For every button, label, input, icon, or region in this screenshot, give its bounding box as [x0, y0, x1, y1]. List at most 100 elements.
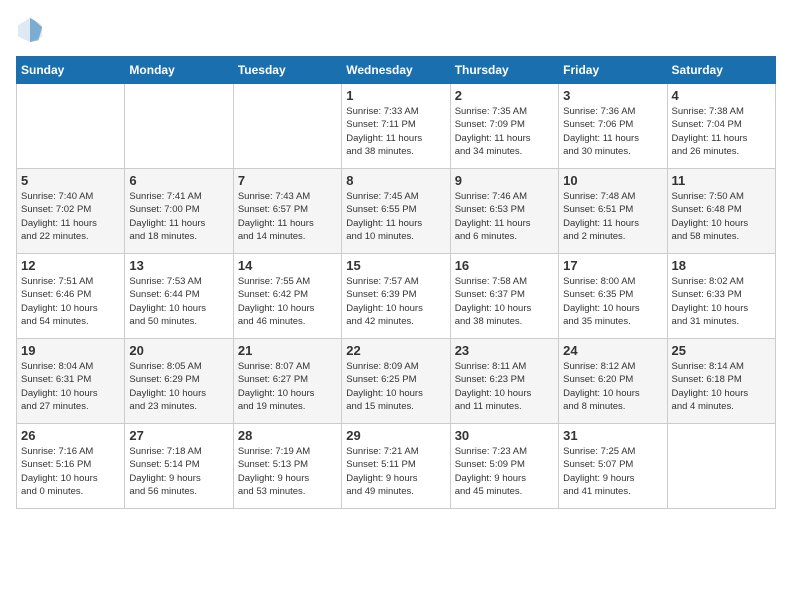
day-number: 18 — [672, 258, 771, 273]
day-info: Sunrise: 7:25 AM Sunset: 5:07 PM Dayligh… — [563, 445, 662, 498]
day-number: 1 — [346, 88, 445, 103]
day-info: Sunrise: 7:46 AM Sunset: 6:53 PM Dayligh… — [455, 190, 554, 243]
weekday-header: Monday — [125, 57, 233, 84]
calendar-cell: 26 Sunrise: 7:16 AM Sunset: 5:16 PM Dayli… — [17, 424, 125, 509]
day-number: 23 — [455, 343, 554, 358]
calendar-cell: 19 Sunrise: 8:04 AM Sunset: 6:31 PM Dayli… — [17, 339, 125, 424]
calendar-cell: 13 Sunrise: 7:53 AM Sunset: 6:44 PM Dayli… — [125, 254, 233, 339]
calendar-cell: 11 Sunrise: 7:50 AM Sunset: 6:48 PM Dayli… — [667, 169, 775, 254]
calendar-cell: 8 Sunrise: 7:45 AM Sunset: 6:55 PM Daylig… — [342, 169, 450, 254]
day-info: Sunrise: 7:55 AM Sunset: 6:42 PM Dayligh… — [238, 275, 337, 328]
calendar-cell: 14 Sunrise: 7:55 AM Sunset: 6:42 PM Dayli… — [233, 254, 341, 339]
day-number: 29 — [346, 428, 445, 443]
day-number: 4 — [672, 88, 771, 103]
day-info: Sunrise: 7:19 AM Sunset: 5:13 PM Dayligh… — [238, 445, 337, 498]
day-number: 20 — [129, 343, 228, 358]
day-info: Sunrise: 7:41 AM Sunset: 7:00 PM Dayligh… — [129, 190, 228, 243]
calendar-cell: 21 Sunrise: 8:07 AM Sunset: 6:27 PM Dayli… — [233, 339, 341, 424]
calendar-cell: 1 Sunrise: 7:33 AM Sunset: 7:11 PM Daylig… — [342, 84, 450, 169]
day-number: 14 — [238, 258, 337, 273]
day-info: Sunrise: 7:38 AM Sunset: 7:04 PM Dayligh… — [672, 105, 771, 158]
day-number: 3 — [563, 88, 662, 103]
day-number: 27 — [129, 428, 228, 443]
day-info: Sunrise: 8:00 AM Sunset: 6:35 PM Dayligh… — [563, 275, 662, 328]
day-info: Sunrise: 8:11 AM Sunset: 6:23 PM Dayligh… — [455, 360, 554, 413]
calendar-cell: 7 Sunrise: 7:43 AM Sunset: 6:57 PM Daylig… — [233, 169, 341, 254]
day-number: 9 — [455, 173, 554, 188]
day-info: Sunrise: 8:04 AM Sunset: 6:31 PM Dayligh… — [21, 360, 120, 413]
day-info: Sunrise: 7:16 AM Sunset: 5:16 PM Dayligh… — [21, 445, 120, 498]
logo — [16, 16, 48, 44]
day-info: Sunrise: 7:35 AM Sunset: 7:09 PM Dayligh… — [455, 105, 554, 158]
day-number: 19 — [21, 343, 120, 358]
day-number: 5 — [21, 173, 120, 188]
calendar-cell: 25Sunrise: 8:14 AM Sunset: 6:18 PM Dayli… — [667, 339, 775, 424]
day-number: 11 — [672, 173, 771, 188]
calendar-table: SundayMondayTuesdayWednesdayThursdayFrid… — [16, 56, 776, 509]
day-number: 10 — [563, 173, 662, 188]
day-number: 31 — [563, 428, 662, 443]
calendar-cell: 12 Sunrise: 7:51 AM Sunset: 6:46 PM Dayli… — [17, 254, 125, 339]
page-header — [16, 16, 776, 44]
day-info: Sunrise: 8:07 AM Sunset: 6:27 PM Dayligh… — [238, 360, 337, 413]
calendar-cell — [667, 424, 775, 509]
day-number: 16 — [455, 258, 554, 273]
calendar-cell: 18Sunrise: 8:02 AM Sunset: 6:33 PM Dayli… — [667, 254, 775, 339]
day-info: Sunrise: 7:51 AM Sunset: 6:46 PM Dayligh… — [21, 275, 120, 328]
calendar-cell: 6 Sunrise: 7:41 AM Sunset: 7:00 PM Daylig… — [125, 169, 233, 254]
day-info: Sunrise: 7:45 AM Sunset: 6:55 PM Dayligh… — [346, 190, 445, 243]
day-number: 12 — [21, 258, 120, 273]
calendar-cell: 9 Sunrise: 7:46 AM Sunset: 6:53 PM Daylig… — [450, 169, 558, 254]
day-number: 26 — [21, 428, 120, 443]
day-number: 22 — [346, 343, 445, 358]
calendar-cell: 4 Sunrise: 7:38 AM Sunset: 7:04 PM Daylig… — [667, 84, 775, 169]
weekday-header: Sunday — [17, 57, 125, 84]
day-number: 25 — [672, 343, 771, 358]
day-info: Sunrise: 7:18 AM Sunset: 5:14 PM Dayligh… — [129, 445, 228, 498]
calendar-cell: 17 Sunrise: 8:00 AM Sunset: 6:35 PM Dayli… — [559, 254, 667, 339]
calendar-cell: 16 Sunrise: 7:58 AM Sunset: 6:37 PM Dayli… — [450, 254, 558, 339]
day-info: Sunrise: 7:50 AM Sunset: 6:48 PM Dayligh… — [672, 190, 771, 243]
calendar-cell — [125, 84, 233, 169]
day-number: 24 — [563, 343, 662, 358]
calendar-cell: 28 Sunrise: 7:19 AM Sunset: 5:13 PM Dayli… — [233, 424, 341, 509]
day-info: Sunrise: 7:36 AM Sunset: 7:06 PM Dayligh… — [563, 105, 662, 158]
day-info: Sunrise: 7:48 AM Sunset: 6:51 PM Dayligh… — [563, 190, 662, 243]
weekday-header: Thursday — [450, 57, 558, 84]
calendar-cell: 20Sunrise: 8:05 AM Sunset: 6:29 PM Dayli… — [125, 339, 233, 424]
day-number: 6 — [129, 173, 228, 188]
logo-icon — [16, 16, 44, 44]
day-number: 17 — [563, 258, 662, 273]
weekday-header: Tuesday — [233, 57, 341, 84]
calendar-cell: 22 Sunrise: 8:09 AM Sunset: 6:25 PM Dayli… — [342, 339, 450, 424]
calendar-cell: 15 Sunrise: 7:57 AM Sunset: 6:39 PM Dayli… — [342, 254, 450, 339]
calendar-cell: 29 Sunrise: 7:21 AM Sunset: 5:11 PM Dayli… — [342, 424, 450, 509]
day-info: Sunrise: 7:58 AM Sunset: 6:37 PM Dayligh… — [455, 275, 554, 328]
calendar-cell: 30 Sunrise: 7:23 AM Sunset: 5:09 PM Dayli… — [450, 424, 558, 509]
weekday-header: Wednesday — [342, 57, 450, 84]
calendar-cell: 27 Sunrise: 7:18 AM Sunset: 5:14 PM Dayli… — [125, 424, 233, 509]
weekday-header: Friday — [559, 57, 667, 84]
day-info: Sunrise: 7:23 AM Sunset: 5:09 PM Dayligh… — [455, 445, 554, 498]
day-info: Sunrise: 7:43 AM Sunset: 6:57 PM Dayligh… — [238, 190, 337, 243]
day-info: Sunrise: 7:40 AM Sunset: 7:02 PM Dayligh… — [21, 190, 120, 243]
calendar-cell: 10 Sunrise: 7:48 AM Sunset: 6:51 PM Dayli… — [559, 169, 667, 254]
calendar-cell: 24Sunrise: 8:12 AM Sunset: 6:20 PM Dayli… — [559, 339, 667, 424]
day-info: Sunrise: 8:09 AM Sunset: 6:25 PM Dayligh… — [346, 360, 445, 413]
weekday-header: Saturday — [667, 57, 775, 84]
day-number: 30 — [455, 428, 554, 443]
day-number: 7 — [238, 173, 337, 188]
day-number: 21 — [238, 343, 337, 358]
day-number: 2 — [455, 88, 554, 103]
day-number: 13 — [129, 258, 228, 273]
day-info: Sunrise: 7:21 AM Sunset: 5:11 PM Dayligh… — [346, 445, 445, 498]
day-info: Sunrise: 7:53 AM Sunset: 6:44 PM Dayligh… — [129, 275, 228, 328]
day-number: 8 — [346, 173, 445, 188]
day-number: 15 — [346, 258, 445, 273]
calendar-cell: 3 Sunrise: 7:36 AM Sunset: 7:06 PM Daylig… — [559, 84, 667, 169]
day-number: 28 — [238, 428, 337, 443]
calendar-cell: 23 Sunrise: 8:11 AM Sunset: 6:23 PM Dayli… — [450, 339, 558, 424]
calendar-cell: 31 Sunrise: 7:25 AM Sunset: 5:07 PM Dayli… — [559, 424, 667, 509]
day-info: Sunrise: 7:33 AM Sunset: 7:11 PM Dayligh… — [346, 105, 445, 158]
day-info: Sunrise: 7:57 AM Sunset: 6:39 PM Dayligh… — [346, 275, 445, 328]
